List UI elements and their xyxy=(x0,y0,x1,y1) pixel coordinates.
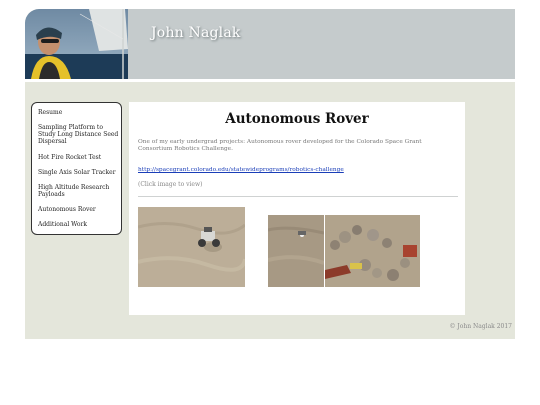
page-frame: John Naglak Resume Sampling Platform to … xyxy=(25,9,515,339)
gallery-image-rover-on-sand[interactable] xyxy=(138,207,245,287)
sidebar-item-autonomous-rover[interactable]: Autonomous Rover xyxy=(38,206,120,213)
sidebar-item-rocket-test[interactable]: Hot Fire Rocket Test xyxy=(38,154,120,161)
sidebar-nav: Resume Sampling Platform to Study Long D… xyxy=(31,102,122,235)
gallery-divider xyxy=(138,196,458,197)
sidebar-item-seed-dispersal[interactable]: Sampling Platform to Study Long Distance… xyxy=(38,124,120,145)
sidebar-item-additional-work[interactable]: Additional Work xyxy=(38,221,120,228)
sidebar-item-resume[interactable]: Resume xyxy=(38,109,120,116)
gallery-image-rover-rock-course[interactable] xyxy=(325,215,420,287)
rover-on-sand-photo xyxy=(138,207,245,287)
project-description: One of my early undergrad projects: Auto… xyxy=(138,139,422,152)
header-divider xyxy=(25,79,515,82)
sailing-portrait-photo xyxy=(25,9,128,79)
sidebar-item-payloads[interactable]: High Altitude Research Payloads xyxy=(38,184,120,198)
gallery-hint: (Click image to view) xyxy=(138,181,203,188)
main-content: Autonomous Rover One of my early undergr… xyxy=(129,102,465,315)
copyright: © John Naglak 2017 xyxy=(449,323,512,330)
robotics-challenge-link[interactable]: http://spacegrant.colorado.edu/statewide… xyxy=(138,167,344,173)
rover-rock-course-photo xyxy=(325,215,420,287)
sidebar-item-solar-tracker[interactable]: Single Axis Solar Tracker xyxy=(38,169,120,176)
sand-field-photo xyxy=(268,215,324,287)
header-photo xyxy=(25,9,128,79)
page-title: Autonomous Rover xyxy=(225,111,369,127)
site-header: John Naglak xyxy=(25,9,515,79)
site-title[interactable]: John Naglak xyxy=(151,25,241,41)
gallery-image-sand-field[interactable] xyxy=(268,215,324,287)
